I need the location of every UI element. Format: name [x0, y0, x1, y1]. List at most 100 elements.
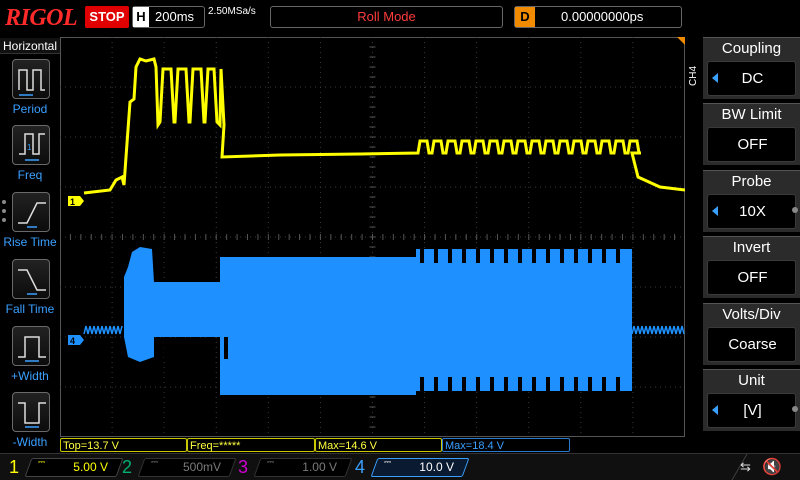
channel-4-notch [462, 377, 466, 391]
top-status-bar: RIGOL STOP H 200ms 2.50MSa/s Roll Mode D… [0, 0, 800, 37]
channel-4-notch [420, 377, 424, 391]
channel-4-notch [518, 249, 522, 263]
measurement-freq[interactable]: Freq=***** [187, 438, 315, 452]
right-scroll-indicator-bottom [792, 406, 798, 412]
channel-bar: 1 ⎓ 5.00 V 2 ⎓ 500mV 3 ⎓ 1.00 V 4 ⎓ 10.0… [0, 453, 800, 480]
fall-time-label: Fall Time [5, 302, 55, 316]
channel-4-notch [588, 377, 592, 391]
channel-4-gap [179, 337, 183, 359]
speaker-mute-icon[interactable]: 🔇 [762, 457, 782, 477]
waveform-display[interactable]: 14 [60, 37, 685, 437]
measurement-bar: Top=13.7 V Freq=***** Max=14.6 V Max=18.… [60, 437, 800, 453]
delay-value: 0.00000000ps [561, 9, 644, 24]
channel-4-gap [194, 337, 198, 359]
bw-limit-menu-item[interactable]: BW Limit OFF [703, 103, 800, 165]
right-scroll-indicator [792, 207, 798, 213]
channel-4-notch [616, 377, 620, 391]
channel-4-notch [476, 249, 480, 263]
measurement-max-ch4[interactable]: Max=18.4 V [442, 438, 570, 452]
channel-4-notch [616, 249, 620, 263]
channel-4-gap [209, 337, 213, 359]
channel-4-notch [546, 377, 550, 391]
channel-4-modulated-block [220, 257, 416, 395]
rise-time-icon [12, 192, 50, 232]
channel-4-notch [574, 377, 578, 391]
channel-3-indicator[interactable]: 3 ⎓ 1.00 V [233, 456, 353, 479]
channel-4-notch [490, 377, 494, 391]
channel-4-notch [420, 249, 424, 263]
bw-limit-value-box: OFF [707, 127, 796, 162]
freq-label: Freq [17, 168, 43, 182]
channel-1-trace [83, 57, 685, 195]
volts-div-value-box: Coarse [707, 327, 796, 362]
channel-2-indicator[interactable]: 2 ⎓ 500mV [117, 456, 237, 479]
coupling-value-box: DC [707, 61, 796, 96]
channel-4-burst-start [124, 247, 220, 362]
period-label: Period [12, 102, 48, 116]
channel-2-scale: 500mV [182, 460, 221, 474]
channel-4-notch [546, 249, 550, 263]
channel-4-notch [588, 249, 592, 263]
channel-tab: CH4 [688, 66, 699, 87]
unit-title: Unit [738, 372, 765, 389]
sample-rate: 2.50MSa/s [208, 6, 256, 17]
channel-4-notch [518, 377, 522, 391]
usb-icon: ⇆ [740, 459, 751, 474]
trigger-position-marker [677, 37, 685, 45]
invert-title: Invert [732, 239, 771, 256]
channel-1-offset-marker-label: 1 [70, 197, 75, 207]
probe-value: 10X [739, 203, 766, 220]
invert-value: OFF [737, 269, 768, 286]
measure-rise-time-button[interactable]: Rise Time [2, 192, 58, 256]
volts-div-menu-item[interactable]: Volts/Div Coarse [703, 303, 800, 365]
channel-4-notch [504, 249, 508, 263]
channel-4-notch [504, 377, 508, 391]
probe-title: Probe [731, 173, 772, 190]
channel-4-notch [448, 249, 452, 263]
coupling-menu-item[interactable]: Coupling DC [703, 37, 800, 99]
channel-4-notch [532, 377, 536, 391]
channel-4-notch [532, 249, 536, 263]
measurement-max-ch1[interactable]: Max=14.6 V [315, 438, 442, 452]
bw-limit-title: BW Limit [721, 106, 782, 123]
probe-menu-item[interactable]: Probe 10X [703, 170, 800, 232]
channel-4-notch [448, 377, 452, 391]
delay-box[interactable]: D 0.00000000ps [514, 6, 682, 28]
rigol-logo: RIGOL [5, 5, 78, 31]
channel-4-notch [602, 249, 606, 263]
coupling-title: Coupling [721, 40, 782, 57]
measure-frequency-button[interactable]: 1 Freq [2, 125, 58, 189]
delay-key-label: D [515, 7, 535, 27]
channel-4-notch [476, 377, 480, 391]
channel-4-offset-marker-label: 4 [70, 336, 75, 346]
negative-width-label: -Width [12, 435, 48, 449]
channel-4-gap [164, 337, 168, 359]
run-stop-button[interactable]: STOP [85, 6, 129, 28]
rise-time-label: Rise Time [3, 235, 57, 249]
channel-1-scale: 5.00 V [73, 460, 108, 474]
measure-positive-width-button[interactable]: +Width [2, 326, 58, 390]
frequency-icon: 1 [12, 125, 50, 165]
timebase-value: 200ms [155, 9, 195, 24]
measure-fall-time-button[interactable]: Fall Time [2, 259, 58, 323]
fall-time-icon [12, 259, 50, 299]
channel-4-idle-ripple-left [83, 325, 123, 335]
channel-4-notch [490, 249, 494, 263]
measure-period-button[interactable]: Period [2, 59, 58, 123]
channel-4-indicator[interactable]: 4 ⎓ 10.0 V [350, 456, 470, 479]
unit-menu-item[interactable]: Unit [V] [703, 369, 800, 431]
invert-menu-item[interactable]: Invert OFF [703, 236, 800, 298]
coupling-value: DC [741, 70, 764, 87]
channel-4-notch [574, 249, 578, 263]
period-icon [12, 59, 50, 99]
acquisition-mode: Roll Mode [270, 6, 503, 28]
measurement-top[interactable]: Top=13.7 V [60, 438, 187, 452]
timebase-box[interactable]: H 200ms [132, 6, 205, 28]
channel-4-modulated-block-2 [416, 249, 632, 391]
channel-4-notch [434, 249, 438, 263]
channel-4-notch [434, 377, 438, 391]
left-scroll-indicator [2, 200, 6, 227]
channel-1-indicator[interactable]: 1 ⎓ 5.00 V [4, 456, 124, 479]
negative-width-icon [12, 392, 50, 432]
measure-negative-width-button[interactable]: -Width [2, 392, 58, 456]
